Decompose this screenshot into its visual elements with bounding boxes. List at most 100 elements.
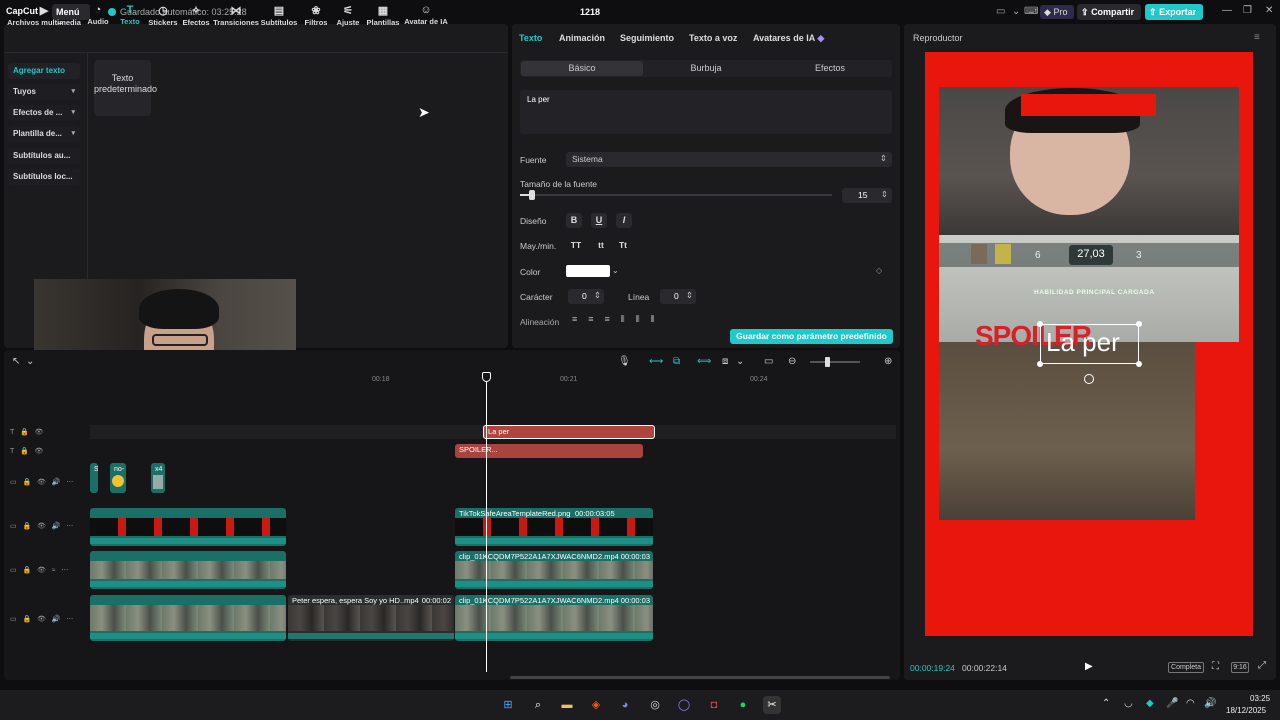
titlecase-button[interactable]: Tt: [614, 238, 632, 253]
tab-adjust[interactable]: ⚟ Ajuste: [332, 4, 364, 27]
resize-handle[interactable]: [1037, 361, 1043, 367]
resize-handle[interactable]: [1136, 361, 1142, 367]
text-input[interactable]: La per: [520, 90, 892, 134]
font-size-input[interactable]: 15 ⇕: [842, 188, 892, 203]
play-icon[interactable]: ▶: [1085, 661, 1093, 672]
menu-icon[interactable]: ≡: [1254, 32, 1260, 43]
network-app-icon[interactable]: ◡: [1124, 698, 1133, 709]
overlay-clip[interactable]: [90, 508, 286, 546]
default-text-card[interactable]: Texto predeterminado: [94, 60, 157, 116]
tab-effects[interactable]: ✧ Efectos: [180, 4, 212, 27]
aspect-ratio-button[interactable]: 9:16: [1231, 662, 1249, 673]
taskbar-date[interactable]: 18/12/2025: [1226, 706, 1266, 715]
alignment-icons[interactable]: ≡≡≡⦀⦀⦀: [572, 314, 666, 325]
uppercase-button[interactable]: TT: [567, 238, 585, 253]
chevron-down-icon[interactable]: ⌄: [1012, 6, 1020, 17]
close-icon[interactable]: ✕: [1265, 5, 1273, 16]
microphone-icon[interactable]: 🎙: [618, 356, 631, 367]
tab-ai-avatar[interactable]: ☺ Avatar de IA: [402, 4, 450, 26]
subtab-effects[interactable]: Efectos: [768, 63, 892, 73]
sidebar-item-effects[interactable]: Efectos de ... ▾: [8, 105, 80, 121]
chevron-down-icon[interactable]: ⌄: [26, 356, 34, 367]
maximize-icon[interactable]: ❐: [1243, 5, 1252, 16]
chrome-icon[interactable]: ◎: [646, 696, 664, 714]
stepper-icon[interactable]: ⇕: [881, 189, 888, 200]
main-video-clip[interactable]: clip_01KCQDM7P522A1A7XJWAC6NMD2.mp4 00:00…: [455, 595, 653, 641]
split-icon[interactable]: ⧈: [722, 356, 728, 367]
app-icon[interactable]: ◘: [705, 696, 723, 714]
tab-text-to-speech[interactable]: Texto a voz: [689, 33, 737, 43]
font-size-slider-handle[interactable]: [529, 190, 535, 200]
discord-icon[interactable]: ◕: [616, 696, 634, 714]
text-track-controls[interactable]: T 🔒 👁: [10, 447, 43, 455]
taskbar-time[interactable]: 03:25: [1250, 694, 1270, 703]
volume-icon[interactable]: 🔊: [1204, 698, 1216, 709]
file-explorer-icon[interactable]: ▬: [558, 696, 576, 714]
preview-icon[interactable]: ▭: [764, 356, 773, 367]
sticker-clip[interactable]: S: [90, 463, 98, 493]
text-track-controls[interactable]: T 🔒 👁: [10, 428, 43, 436]
stepper-icon[interactable]: ⇕: [686, 290, 693, 301]
resize-handle[interactable]: [1037, 321, 1043, 327]
sidebar-item-local-subtitles[interactable]: Subtítulos loc...: [8, 169, 80, 185]
char-spacing-input[interactable]: 0 ⇕: [568, 289, 604, 304]
tab-ai-avatars[interactable]: Avatares de IA ◆: [753, 33, 824, 44]
pro-button[interactable]: ◆ Pro: [1040, 5, 1074, 19]
font-size-slider[interactable]: [520, 194, 832, 196]
zoom-slider[interactable]: [810, 361, 860, 363]
capcut-taskbar-icon[interactable]: ✂: [763, 696, 781, 714]
video-track-controls[interactable]: ▭ 🔒 👁 🔊 ⋯: [10, 522, 73, 530]
select-tool-icon[interactable]: ↖: [12, 356, 20, 367]
stepper-icon[interactable]: ⇕: [594, 290, 601, 301]
wifi-icon[interactable]: ◠: [1186, 698, 1195, 709]
tab-text-inspector[interactable]: Texto: [519, 33, 542, 43]
main-video-clip[interactable]: Peter espera, espera Soy yo HD..mp4 00:00…: [288, 595, 454, 641]
obs-icon[interactable]: ◯: [675, 696, 693, 714]
tab-text[interactable]: T Texto: [114, 4, 146, 26]
video-clip[interactable]: clip_01KCQDM7P522A1A7XJWAC6NMD2.mp4 00:00…: [455, 551, 653, 589]
sidebar-item-yours[interactable]: Tuyos ▾: [8, 84, 80, 100]
zoom-slider-handle[interactable]: [825, 357, 830, 367]
italic-button[interactable]: I: [616, 213, 632, 228]
rotate-handle-icon[interactable]: [1084, 374, 1094, 384]
quality-button[interactable]: Completa: [1168, 662, 1204, 673]
font-select[interactable]: Sistema ⇕: [566, 152, 892, 167]
color-swatch[interactable]: [566, 265, 610, 277]
project-title[interactable]: 1218: [580, 7, 600, 17]
subtab-basic[interactable]: Básico: [520, 63, 644, 73]
main-track-controls[interactable]: ▭ 🔒 👁 🔊 ⋯: [10, 615, 73, 623]
tab-transitions[interactable]: ⋈ Transiciones: [212, 4, 260, 27]
snap-icon[interactable]: ⟺: [697, 356, 711, 367]
timeline-scrollbar[interactable]: [510, 676, 890, 679]
shortcuts-icon[interactable]: ⌨: [1024, 6, 1038, 17]
brave-browser-icon[interactable]: ◈: [587, 696, 605, 714]
overlay-clip[interactable]: TikTokSafeAreaTemplateRed.png 00:00:03:05: [455, 508, 653, 546]
sticker-clip[interactable]: no-: [110, 463, 126, 493]
text-clip[interactable]: SPOILER...: [455, 444, 643, 458]
sidebar-item-add-text[interactable]: Agregar texto: [8, 63, 80, 79]
fullscreen-icon[interactable]: ⤢: [1258, 660, 1266, 671]
text-clip[interactable]: La per: [483, 425, 655, 439]
spotify-icon[interactable]: ●: [734, 696, 752, 714]
search-icon[interactable]: ⌕: [529, 696, 547, 714]
windows-start-icon[interactable]: ⊞: [499, 696, 517, 714]
tab-stickers[interactable]: ◷ Stickers: [146, 4, 180, 27]
zoom-in-icon[interactable]: ⊕: [884, 356, 892, 367]
playhead[interactable]: [486, 376, 487, 672]
bold-button[interactable]: B: [566, 213, 582, 228]
resize-handle[interactable]: [1136, 321, 1142, 327]
chevron-up-icon[interactable]: ⌃: [1102, 698, 1110, 709]
underline-button[interactable]: U: [591, 213, 607, 228]
tab-animation[interactable]: Animación: [559, 33, 605, 43]
fit-screen-icon[interactable]: ⛶: [1212, 661, 1219, 672]
tab-templates[interactable]: ▦ Plantillas: [364, 4, 402, 27]
tab-audio[interactable]: ◔ Audio: [80, 4, 116, 26]
line-spacing-input[interactable]: 0 ⇕: [660, 289, 696, 304]
video-track-controls[interactable]: ▭ 🔒 👁 ≈ ⋯: [10, 566, 68, 574]
keyframe-icon[interactable]: ◇: [876, 266, 882, 275]
share-button[interactable]: ⇪ Compartir: [1077, 4, 1141, 20]
sticker-track-controls[interactable]: ▭ 🔒 👁 🔊 ⋯: [10, 478, 73, 486]
tab-subtitles[interactable]: ▤ Subtítulos: [260, 4, 298, 27]
sidebar-item-templates[interactable]: Plantilla de... ▾: [8, 126, 80, 142]
overlay-text[interactable]: La per: [1046, 327, 1120, 358]
